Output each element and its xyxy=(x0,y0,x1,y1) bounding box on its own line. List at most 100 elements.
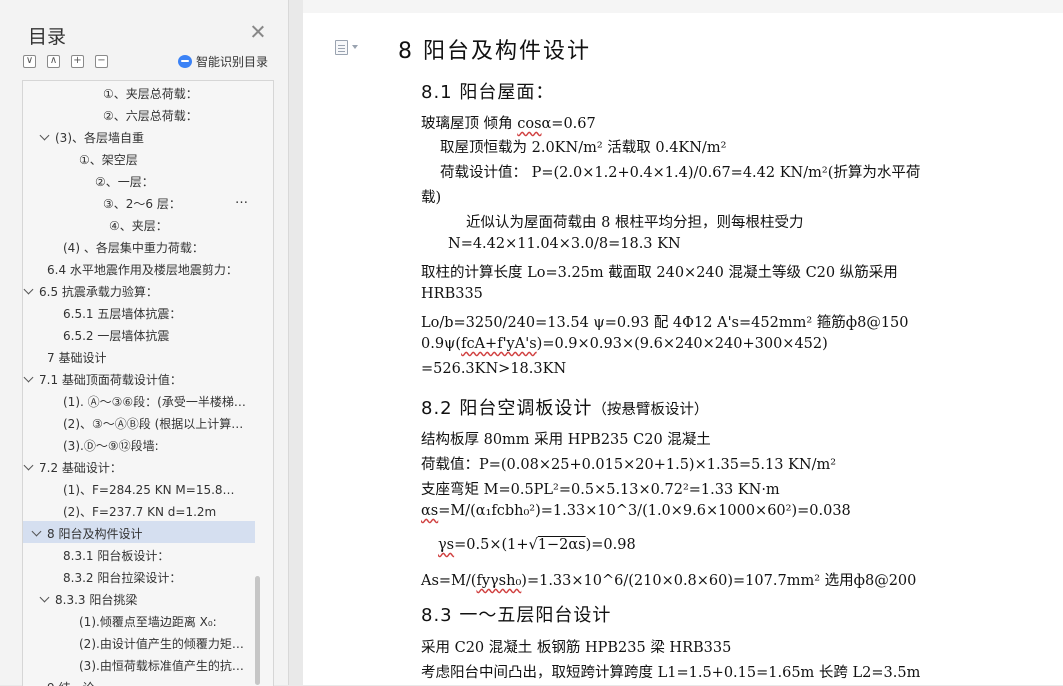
text-line: HRB335 xyxy=(421,286,483,302)
toc-item-label: 8.3.3 阳台挑梁 xyxy=(55,593,138,607)
toc-item-label: ①、架空层 xyxy=(79,153,138,167)
toc-item[interactable]: (1).倾覆点至墙边距离 X₀: xyxy=(23,609,255,631)
text-line: 载) xyxy=(421,190,442,206)
toc-item[interactable]: (4) 、各层集中重力荷载： xyxy=(23,235,255,257)
section-heading-8-2: 8.2 阳台空调板设计（按悬臂板设计） xyxy=(421,398,709,419)
smart-toc-label: 智能识别目录 xyxy=(196,55,269,69)
toc-item[interactable]: 9 结 论 xyxy=(23,675,255,686)
chapter-heading: 8 阳台及构件设计 xyxy=(398,39,591,64)
add-heading-icon[interactable]: + xyxy=(71,55,84,68)
toc-item[interactable]: 8 阳台及构件设计 xyxy=(23,521,255,543)
chevron-down-icon[interactable] xyxy=(31,526,42,537)
text-line: N=4.42×11.04×3.0/8=18.3 KN xyxy=(448,236,681,252)
toc-title: 目录 xyxy=(28,26,67,48)
toc-item-label: (2)、F=237.7 KN d=1.2m xyxy=(63,505,217,519)
text-line: 采用 C20 混凝土 板钢筋 HPB235 梁 HRB335 xyxy=(421,640,732,656)
toc-item-label: (1). Ⓐ～③⑥段：(承受一半楼梯… xyxy=(63,395,246,409)
chevron-down-icon[interactable] xyxy=(23,284,34,295)
chevron-down-icon[interactable] xyxy=(39,592,50,603)
document-icon[interactable] xyxy=(335,40,348,55)
toc-item-label: 6.4 水平地震作用及楼层地震剪力： xyxy=(47,263,238,277)
smart-toc-button[interactable]: 智能识别目录 xyxy=(178,53,268,70)
toc-item[interactable]: ①、架空层 xyxy=(23,147,255,169)
section-heading-8-3: 8.3 一～五层阳台设计 xyxy=(421,605,612,626)
top-ruler xyxy=(303,0,1063,14)
toc-item-label: (4) 、各层集中重力荷载： xyxy=(63,241,204,255)
toc-list: ①、夹层总荷载： ②、六层总荷载： (3)、各层墙自重 ①、架空层 ②、一层： ③、2～6… xyxy=(22,80,274,686)
toc-item[interactable]: 8.3.2 阳台拉梁设计： xyxy=(23,565,255,587)
toc-item-label: ①、夹层总荷载： xyxy=(103,87,198,101)
text-line: =526.3KN>18.3KN xyxy=(421,361,567,377)
text-line: 结构板厚 80mm 采用 HPB235 C20 混凝土 xyxy=(421,432,711,448)
toc-item-label: 7 基础设计 xyxy=(47,351,107,365)
toc-item[interactable]: (2)、③～ⒶⒷ段 (根据以上计算… xyxy=(23,411,255,433)
text-line: 支座弯矩 M=0.5PL²=0.5×5.13×0.72²=1.33 KN·m xyxy=(421,482,780,498)
toc-item[interactable]: ③、2～6 层： … xyxy=(23,191,255,213)
toc-item[interactable]: 6.4 水平地震作用及楼层地震剪力： xyxy=(23,257,255,279)
toc-item[interactable]: ①、夹层总荷载： xyxy=(23,81,255,103)
text-line: Lo/b=3250/240=13.54 ψ=0.93 配 4Φ12 A's=45… xyxy=(421,315,909,331)
more-icon[interactable]: … xyxy=(235,192,248,207)
toc-item[interactable]: ④、夹层： xyxy=(23,213,255,235)
text-line: 取柱的计算长度 Lo=3.25m 截面取 240×240 混凝土等级 C20 纵… xyxy=(421,265,898,281)
panel-gutter xyxy=(289,0,303,685)
toc-item-label: 8 阳台及构件设计 xyxy=(47,527,143,541)
toc-item-label: ③、2～6 层： xyxy=(103,197,181,211)
toc-item[interactable]: 6.5 抗震承载力验算： xyxy=(23,279,255,301)
toc-item[interactable]: 7 基础设计 xyxy=(23,345,255,367)
text-line: αs=M/(α₁fcbh₀²)=1.33×10^3/(1.0×9.6×1000×… xyxy=(421,503,851,519)
toc-item[interactable]: 8.3.3 阳台挑梁 xyxy=(23,587,255,609)
toc-item[interactable]: (2)、F=237.7 KN d=1.2m xyxy=(23,499,255,521)
toc-item[interactable]: (2).由设计值产生的倾覆力矩… xyxy=(23,631,255,653)
toc-item[interactable]: ②、一层： xyxy=(23,169,255,191)
toc-item[interactable]: (3).Ⓓ～⑨⑫段墙: xyxy=(23,433,255,455)
toc-item[interactable]: 8.3.1 阳台板设计： xyxy=(23,543,255,565)
toc-item-label: (2).由设计值产生的倾覆力矩… xyxy=(79,637,244,651)
expand-all-icon[interactable]: ∧ xyxy=(47,55,60,68)
text-line: 荷载设计值： P=(2.0×1.2+0.4×1.4)/0.67=4.42 KN/… xyxy=(440,165,921,181)
toc-item-label: 6.5.2 一层墙体抗震 xyxy=(63,329,170,343)
collapse-all-icon[interactable]: ∨ xyxy=(23,55,36,68)
toc-item-label: 8.3.2 阳台拉梁设计： xyxy=(63,571,182,585)
text-line: 考虑阳台中间凸出，取短跨计算跨度 L1=1.5+0.15=1.65m 长跨 L2… xyxy=(421,665,921,681)
section-heading-8-1: 8.1 阳台屋面： xyxy=(421,82,555,103)
toc-sidebar: 目录 ∨ ∧ + − 智能识别目录 ①、夹层总荷载： ②、六层总荷载： (3)、各层… xyxy=(0,0,289,686)
text-line: 玻璃屋顶 倾角 cosα=0.67 xyxy=(421,116,596,132)
toc-item[interactable]: (3)、各层墙自重 xyxy=(23,125,255,147)
chevron-down-icon[interactable] xyxy=(23,372,34,383)
toc-item[interactable]: 6.5.2 一层墙体抗震 xyxy=(23,323,255,345)
toc-item-label: (3)、各层墙自重 xyxy=(55,131,144,145)
toc-item-label: 8.3.1 阳台板设计： xyxy=(63,549,170,563)
chevron-down-icon[interactable] xyxy=(39,130,50,141)
toc-item-label: 6.5.1 五层墙体抗震： xyxy=(63,307,182,321)
toc-item-label: 6.5 抗震承载力验算： xyxy=(39,285,158,299)
toc-item[interactable]: 7.1 基础顶面荷载设计值： xyxy=(23,367,255,389)
text-line: 近似认为屋面荷载由 8 根柱平均分担，则每根柱受力 xyxy=(466,215,804,231)
close-icon[interactable] xyxy=(250,24,266,40)
toc-item-label: ②、六层总荷载： xyxy=(103,109,198,123)
ai-icon xyxy=(178,55,192,68)
chevron-down-icon[interactable] xyxy=(23,460,34,471)
toc-item[interactable]: (1)、F=284.25 KN M=15.8… xyxy=(23,477,255,499)
toc-item-label: ④、夹层： xyxy=(109,219,168,233)
toc-item-label: ②、一层： xyxy=(95,175,154,189)
toc-item[interactable]: 7.2 基础设计： xyxy=(23,455,255,477)
toc-item[interactable]: (1). Ⓐ～③⑥段：(承受一半楼梯… xyxy=(23,389,255,411)
toc-item-label: 7.1 基础顶面荷载设计值： xyxy=(39,373,182,387)
chevron-down-icon[interactable] xyxy=(352,45,358,49)
document-page: 8 阳台及构件设计 8.1 阳台屋面： 玻璃屋顶 倾角 cosα=0.67 取屋… xyxy=(303,13,1063,685)
toc-item-label: (1).倾覆点至墙边距离 X₀: xyxy=(79,615,217,629)
text-line: 荷载值：P=(0.08×25+0.015×20+1.5)×1.35=5.13 K… xyxy=(421,457,837,473)
toc-item[interactable]: (3).由恒荷载标准值产生的抗… xyxy=(23,653,255,675)
toc-scrollbar[interactable] xyxy=(255,576,260,685)
text-line: 0.9ψ(fcA+f'yA's)=0.9×0.93×(9.6×240×240+3… xyxy=(421,336,828,352)
text-line: As=M/(fyγsh₀)=1.33×10^6/(210×0.8×60)=107… xyxy=(421,573,917,589)
toc-item[interactable]: 6.5.1 五层墙体抗震： xyxy=(23,301,255,323)
remove-heading-icon[interactable]: − xyxy=(95,55,108,68)
toc-item-label: (3).Ⓓ～⑨⑫段墙: xyxy=(63,439,159,453)
toc-item-label: (1)、F=284.25 KN M=15.8… xyxy=(63,483,235,497)
toc-item-label: (3).由恒荷载标准值产生的抗… xyxy=(79,659,244,673)
text-line: 取屋顶恒载为 2.0KN/m² 活载取 0.4KN/m² xyxy=(440,140,727,156)
toc-item[interactable]: ②、六层总荷载： xyxy=(23,103,255,125)
toc-item-label: (2)、③～ⒶⒷ段 (根据以上计算… xyxy=(63,417,244,431)
